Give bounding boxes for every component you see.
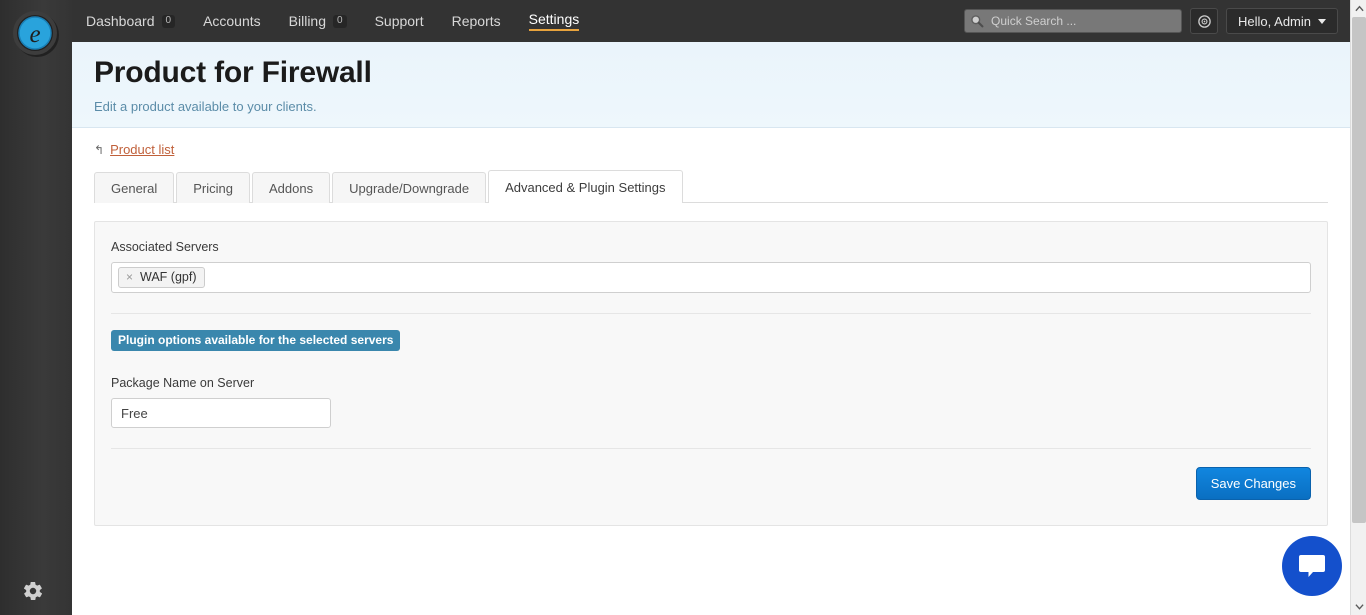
scrollbar-down-arrow[interactable] [1351,598,1366,615]
user-menu-button[interactable]: Hello, Admin [1226,8,1338,34]
page-title: Product for Firewall [94,56,372,89]
tab-upgrade-downgrade[interactable]: Upgrade/Downgrade [332,172,487,203]
tab-label: Advanced & Plugin Settings [505,179,666,195]
package-name-label: Package Name on Server [111,376,255,391]
server-token-waf[interactable]: × WAF (gpf) [118,267,205,288]
tab-label: Pricing [193,180,233,196]
panel-divider-top [111,313,1311,314]
nav-item-billing[interactable]: Billing 0 [275,0,361,42]
nav-item-settings[interactable]: Settings [515,0,594,42]
tab-label: Upgrade/Downgrade [349,180,470,196]
page-subtitle: Edit a product available to your clients… [94,99,317,114]
breadcrumb-link-product-list[interactable]: Product list [110,142,174,157]
chat-bubble-icon[interactable] [1282,536,1342,596]
svg-text:e: e [29,21,40,48]
save-row: Save Changes [111,467,1311,501]
tab-advanced-plugin-settings[interactable]: Advanced & Plugin Settings [488,170,683,203]
save-changes-button[interactable]: Save Changes [1195,467,1311,501]
scrollbar-up-arrow[interactable] [1351,0,1366,17]
plugin-options-badge: Plugin options available for the selecte… [111,330,401,352]
search-input[interactable] [989,11,1170,31]
nav-item-label: Accounts [203,13,261,29]
nav-item-label: Billing [288,13,327,29]
nav-item-reports[interactable]: Reports [438,0,515,42]
nav-item-label: Support [374,13,424,29]
brand-logo[interactable]: e [10,8,62,60]
tab-bar: General Pricing Addons Upgrade/Downgrade… [94,170,1328,203]
level-up-icon: ↰ [94,142,105,157]
scrollbar-thumb[interactable] [1352,17,1366,523]
search-icon [965,10,989,32]
nav-item-accounts[interactable]: Accounts [189,0,275,42]
left-rail: e [0,0,72,615]
nav-badge-billing: 0 [333,14,347,28]
advanced-plugin-settings-panel: Associated Servers × WAF (gpf) Plugin op… [94,221,1328,526]
server-token-label: WAF (gpf) [140,270,197,284]
associated-servers-select[interactable]: × WAF (gpf) [111,262,1311,293]
tab-label: Addons [269,180,314,196]
nav-item-support[interactable]: Support [361,0,438,42]
tab-pricing[interactable]: Pricing [176,172,250,203]
nav-right-group: Hello, Admin [964,0,1338,42]
nav-item-label: Dashboard [86,13,155,29]
tab-label: General [111,180,158,196]
remove-token-icon[interactable]: × [126,270,133,284]
package-name-input[interactable] [111,398,331,429]
page-content: Product for Firewall Edit a product avai… [72,42,1350,615]
tab-addons[interactable]: Addons [252,172,331,203]
tab-general[interactable]: General [94,172,175,203]
user-menu-label: Hello, Admin [1238,13,1311,29]
nav-badge-dashboard: 0 [161,14,176,28]
breadcrumb: ↰ Product list [72,128,1350,157]
search-box[interactable] [964,9,1183,33]
top-navigation-bar: Dashboard 0 Accounts Billing 0 Support R… [0,0,1350,42]
gear-icon[interactable] [22,580,44,602]
page-header: Product for Firewall Edit a product avai… [72,42,1350,128]
nav-items: Dashboard 0 Accounts Billing 0 Support R… [72,0,593,42]
chevron-down-icon [1318,18,1326,24]
nav-item-label: Settings [528,11,580,31]
nav-item-label: Reports [451,13,501,29]
globe-icon[interactable] [1190,8,1219,34]
nav-item-dashboard[interactable]: Dashboard 0 [72,0,189,42]
panel-divider-bottom [111,448,1311,450]
vertical-scrollbar[interactable] [1350,0,1366,615]
associated-servers-label: Associated Servers [111,240,219,254]
